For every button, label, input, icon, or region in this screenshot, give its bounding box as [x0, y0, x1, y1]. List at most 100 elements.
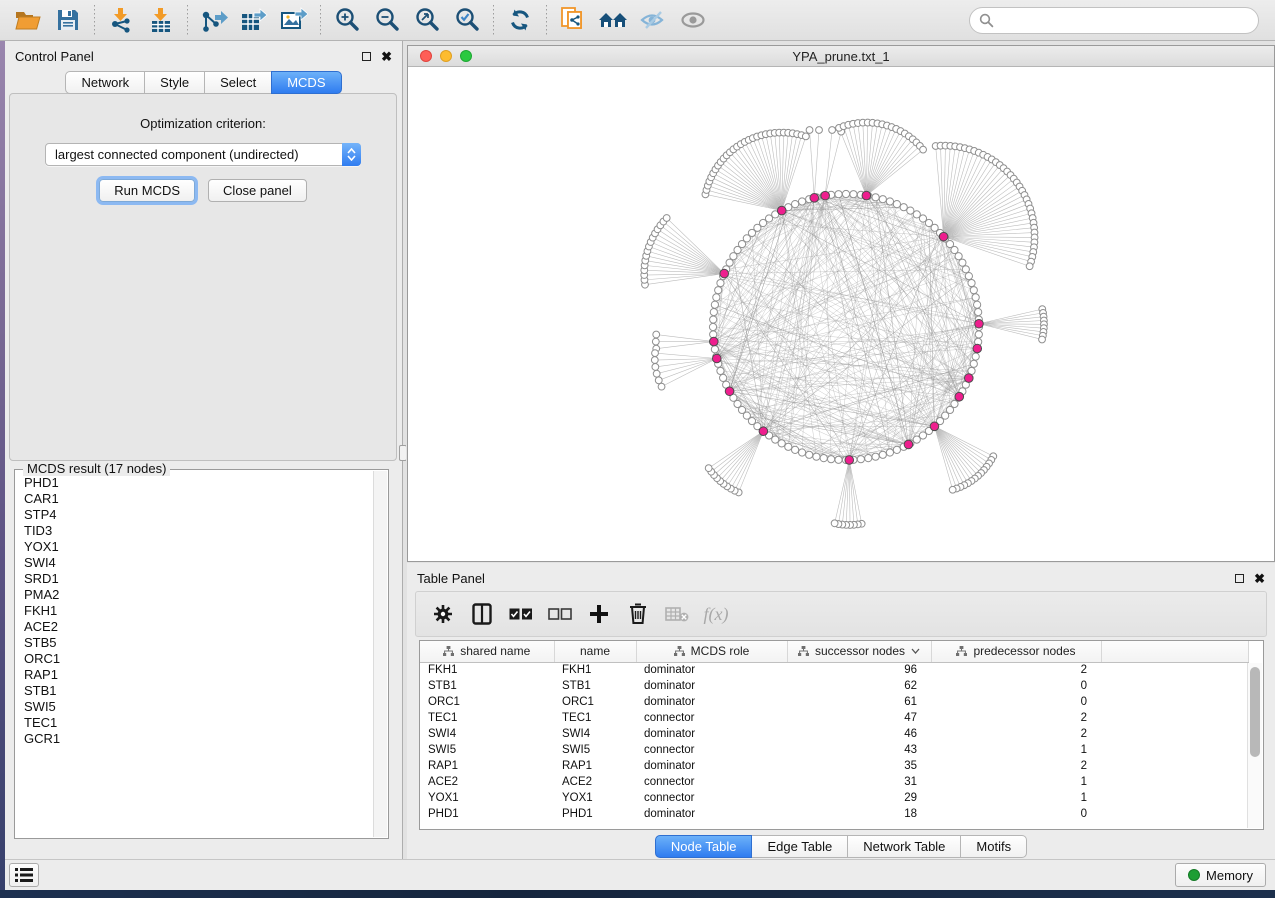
mcds-hub-node[interactable]: [720, 269, 729, 278]
mcds-result-item[interactable]: TID3: [24, 523, 373, 539]
network-node[interactable]: [972, 294, 979, 301]
tab-edge-table[interactable]: Edge Table: [751, 835, 848, 858]
network-node[interactable]: [709, 323, 716, 330]
table-cell[interactable]: dominator: [636, 806, 787, 822]
network-node[interactable]: [778, 440, 785, 447]
table-cell[interactable]: PHD1: [420, 806, 554, 822]
tab-select[interactable]: Select: [204, 71, 272, 94]
network-node[interactable]: [813, 453, 820, 460]
table-cell[interactable]: 0: [931, 806, 1101, 822]
mcds-hub-node[interactable]: [930, 422, 939, 431]
table-cell[interactable]: 2: [931, 758, 1101, 774]
table-cell[interactable]: 96: [787, 662, 931, 678]
table-cell[interactable]: dominator: [636, 726, 787, 742]
mcds-hub-node[interactable]: [955, 392, 964, 401]
network-node[interactable]: [711, 346, 718, 353]
network-node[interactable]: [893, 446, 900, 453]
network-leaf-node[interactable]: [655, 377, 662, 384]
network-node[interactable]: [900, 204, 907, 211]
network-node[interactable]: [835, 191, 842, 198]
tab-node-table[interactable]: Node Table: [655, 835, 753, 858]
open-folder-icon[interactable]: [8, 3, 48, 37]
export-image-icon[interactable]: [274, 3, 314, 37]
table-cell[interactable]: 0: [931, 694, 1101, 710]
mcds-hub-node[interactable]: [939, 232, 948, 241]
float-panel-icon[interactable]: [362, 52, 371, 61]
table-cell[interactable]: 35: [787, 758, 931, 774]
network-leaf-node[interactable]: [831, 520, 838, 527]
column-header-successor-nodes[interactable]: successor nodes: [787, 641, 931, 662]
table-cell[interactable]: 61: [787, 694, 931, 710]
mcds-result-item[interactable]: TEC1: [24, 715, 373, 731]
delete-column-icon[interactable]: [623, 598, 653, 630]
table-cell[interactable]: 2: [931, 726, 1101, 742]
mcds-hub-node[interactable]: [904, 440, 913, 449]
network-node[interactable]: [975, 331, 982, 338]
network-node[interactable]: [711, 301, 718, 308]
tab-mcds[interactable]: MCDS: [271, 71, 341, 94]
network-leaf-node[interactable]: [806, 127, 813, 134]
add-column-icon[interactable]: [584, 598, 614, 630]
mcds-result-item[interactable]: SWI4: [24, 555, 373, 571]
tab-network-table[interactable]: Network Table: [847, 835, 961, 858]
mcds-result-item[interactable]: FKH1: [24, 603, 373, 619]
table-row[interactable]: ACE2ACE2connector311: [420, 774, 1248, 790]
mcds-result-item[interactable]: ORC1: [24, 651, 373, 667]
table-cell[interactable]: FKH1: [420, 662, 554, 678]
table-cell[interactable]: STB1: [420, 678, 554, 694]
network-leaf-node[interactable]: [663, 215, 670, 222]
table-row[interactable]: ORC1ORC1dominator610: [420, 694, 1248, 710]
table-cell[interactable]: 2: [931, 710, 1101, 726]
network-node[interactable]: [857, 456, 864, 463]
network-node[interactable]: [886, 449, 893, 456]
mcds-result-item[interactable]: STB1: [24, 683, 373, 699]
mcds-result-item[interactable]: PMA2: [24, 587, 373, 603]
memory-button[interactable]: Memory: [1175, 863, 1266, 887]
mcds-hub-node[interactable]: [973, 344, 982, 353]
table-cell[interactable]: ORC1: [554, 694, 636, 710]
network-node[interactable]: [959, 259, 966, 266]
mcds-result-item[interactable]: YOX1: [24, 539, 373, 555]
network-leaf-node[interactable]: [1026, 263, 1033, 270]
network-node[interactable]: [893, 201, 900, 208]
table-cell[interactable]: SWI5: [420, 742, 554, 758]
table-cell[interactable]: RAP1: [420, 758, 554, 774]
column-header-MCDS-role[interactable]: MCDS role: [636, 641, 787, 662]
network-node[interactable]: [962, 266, 969, 273]
table-row[interactable]: RAP1RAP1dominator352: [420, 758, 1248, 774]
mcds-result-item[interactable]: ACE2: [24, 619, 373, 635]
column-header-name[interactable]: name: [554, 641, 636, 662]
network-node[interactable]: [792, 446, 799, 453]
table-row[interactable]: YOX1YOX1connector291: [420, 790, 1248, 806]
table-cell[interactable]: 62: [787, 678, 931, 694]
table-cell[interactable]: PHD1: [554, 806, 636, 822]
mcds-hub-node[interactable]: [845, 456, 854, 465]
network-node[interactable]: [879, 196, 886, 203]
table-cell[interactable]: 31: [787, 774, 931, 790]
network-node[interactable]: [798, 449, 805, 456]
network-leaf-node[interactable]: [652, 364, 659, 371]
network-node[interactable]: [842, 190, 849, 197]
column-header-shared-name[interactable]: shared name: [420, 641, 554, 662]
network-node[interactable]: [968, 279, 975, 286]
table-cell[interactable]: dominator: [636, 758, 787, 774]
table-cell[interactable]: 1: [931, 742, 1101, 758]
table-row[interactable]: TEC1TEC1connector472: [420, 710, 1248, 726]
table-cell[interactable]: YOX1: [554, 790, 636, 806]
network-node[interactable]: [828, 456, 835, 463]
mcds-hub-node[interactable]: [777, 206, 786, 215]
close-table-panel-icon[interactable]: ✖: [1254, 574, 1265, 583]
network-leaf-node[interactable]: [652, 338, 659, 345]
table-row[interactable]: PHD1PHD1dominator180: [420, 806, 1248, 822]
run-mcds-button[interactable]: Run MCDS: [99, 179, 195, 202]
table-row[interactable]: SWI4SWI4dominator462: [420, 726, 1248, 742]
network-leaf-node[interactable]: [802, 133, 809, 140]
mcds-list-scrollbar[interactable]: [373, 471, 387, 837]
network-node[interactable]: [820, 455, 827, 462]
network-leaf-node[interactable]: [653, 370, 660, 377]
hide-selected-eye-icon[interactable]: [633, 3, 673, 37]
table-scrollbar-thumb[interactable]: [1250, 667, 1260, 757]
export-table-icon[interactable]: [234, 3, 274, 37]
table-cell[interactable]: 1: [931, 774, 1101, 790]
table-cell[interactable]: 18: [787, 806, 931, 822]
